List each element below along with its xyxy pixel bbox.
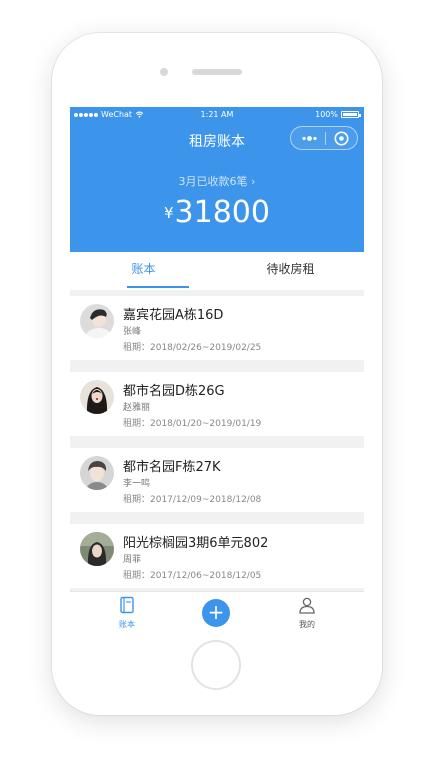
- tab-ledger-label: 账本: [131, 262, 156, 276]
- tenant-name: 赵雅丽: [123, 403, 151, 413]
- tenant-name: 周菲: [123, 555, 142, 565]
- tabbar-mine[interactable]: 我的: [277, 592, 337, 631]
- lease-period: 租期：2018/02/26~2019/02/25: [123, 343, 262, 353]
- list-item[interactable]: 嘉宾花园A栋16D 张峰 租期：2018/02/26~2019/02/25: [70, 296, 364, 360]
- active-tab-underline: [127, 286, 189, 288]
- battery-percent: 100%: [315, 110, 338, 119]
- miniprogram-capsule: [290, 126, 358, 150]
- monthly-summary-link[interactable]: 3月已收款6笔 ›: [70, 173, 364, 189]
- status-bar: WeChat 1:21 AM 100%: [70, 107, 364, 123]
- lease-period: 租期：2017/12/09~2018/12/08: [123, 495, 262, 505]
- header: WeChat 1:21 AM 100% 租房账本 3月已收款6笔 › ¥3180…: [70, 107, 364, 252]
- avatar: [80, 532, 114, 566]
- property-name: 阳光棕榈园3期6单元802: [123, 536, 269, 551]
- avatar: [80, 304, 114, 338]
- tenant-name: 张峰: [123, 327, 142, 337]
- tabbar-ledger[interactable]: 账本: [97, 592, 157, 631]
- tabbar-ledger-label: 账本: [119, 620, 135, 629]
- tab-bar-top: 账本 待收房租: [70, 252, 364, 290]
- close-miniprogram-icon[interactable]: [333, 130, 350, 147]
- total-amount: ¥31800: [70, 195, 364, 230]
- home-button[interactable]: [191, 640, 241, 690]
- avatar: [80, 456, 114, 490]
- battery-icon: [341, 111, 361, 118]
- user-icon: [299, 597, 315, 614]
- property-name: 都市名园F栋27K: [123, 460, 221, 475]
- add-record-button[interactable]: +: [202, 599, 230, 627]
- list-item[interactable]: 都市名园D栋26G 赵雅丽 租期：2018/01/20~2019/01/19: [70, 372, 364, 436]
- tabbar-mine-label: 我的: [299, 620, 315, 629]
- tab-pending-rent-label: 待收房租: [266, 262, 315, 276]
- bottom-tab-bar: 账本 + 我的: [70, 591, 364, 631]
- tenant-name: 李一鸣: [123, 479, 151, 489]
- property-name: 都市名园D栋26G: [123, 384, 225, 399]
- app-screen: WeChat 1:21 AM 100% 租房账本 3月已收款6笔 › ¥3180…: [70, 107, 364, 631]
- lease-period: 租期：2017/12/06~2018/12/05: [123, 571, 262, 581]
- ledger-book-icon: [120, 596, 134, 614]
- currency-symbol: ¥: [164, 204, 174, 222]
- tab-ledger[interactable]: 账本: [70, 252, 217, 290]
- list-item[interactable]: 都市名园F栋27K 李一鸣 租期：2017/12/09~2018/12/08: [70, 448, 364, 512]
- amount-value: 31800: [174, 195, 270, 230]
- lease-period: 租期：2018/01/20~2019/01/19: [123, 419, 262, 429]
- earpiece-speaker: [192, 69, 242, 75]
- front-camera: [160, 68, 168, 76]
- property-name: 嘉宾花园A栋16D: [123, 308, 224, 323]
- more-icon[interactable]: [299, 131, 319, 146]
- tab-pending-rent[interactable]: 待收房租: [217, 252, 364, 290]
- list-item[interactable]: 阳光棕榈园3期6单元802 周菲 租期：2017/12/06~2018/12/0…: [70, 524, 364, 588]
- avatar: [80, 380, 114, 414]
